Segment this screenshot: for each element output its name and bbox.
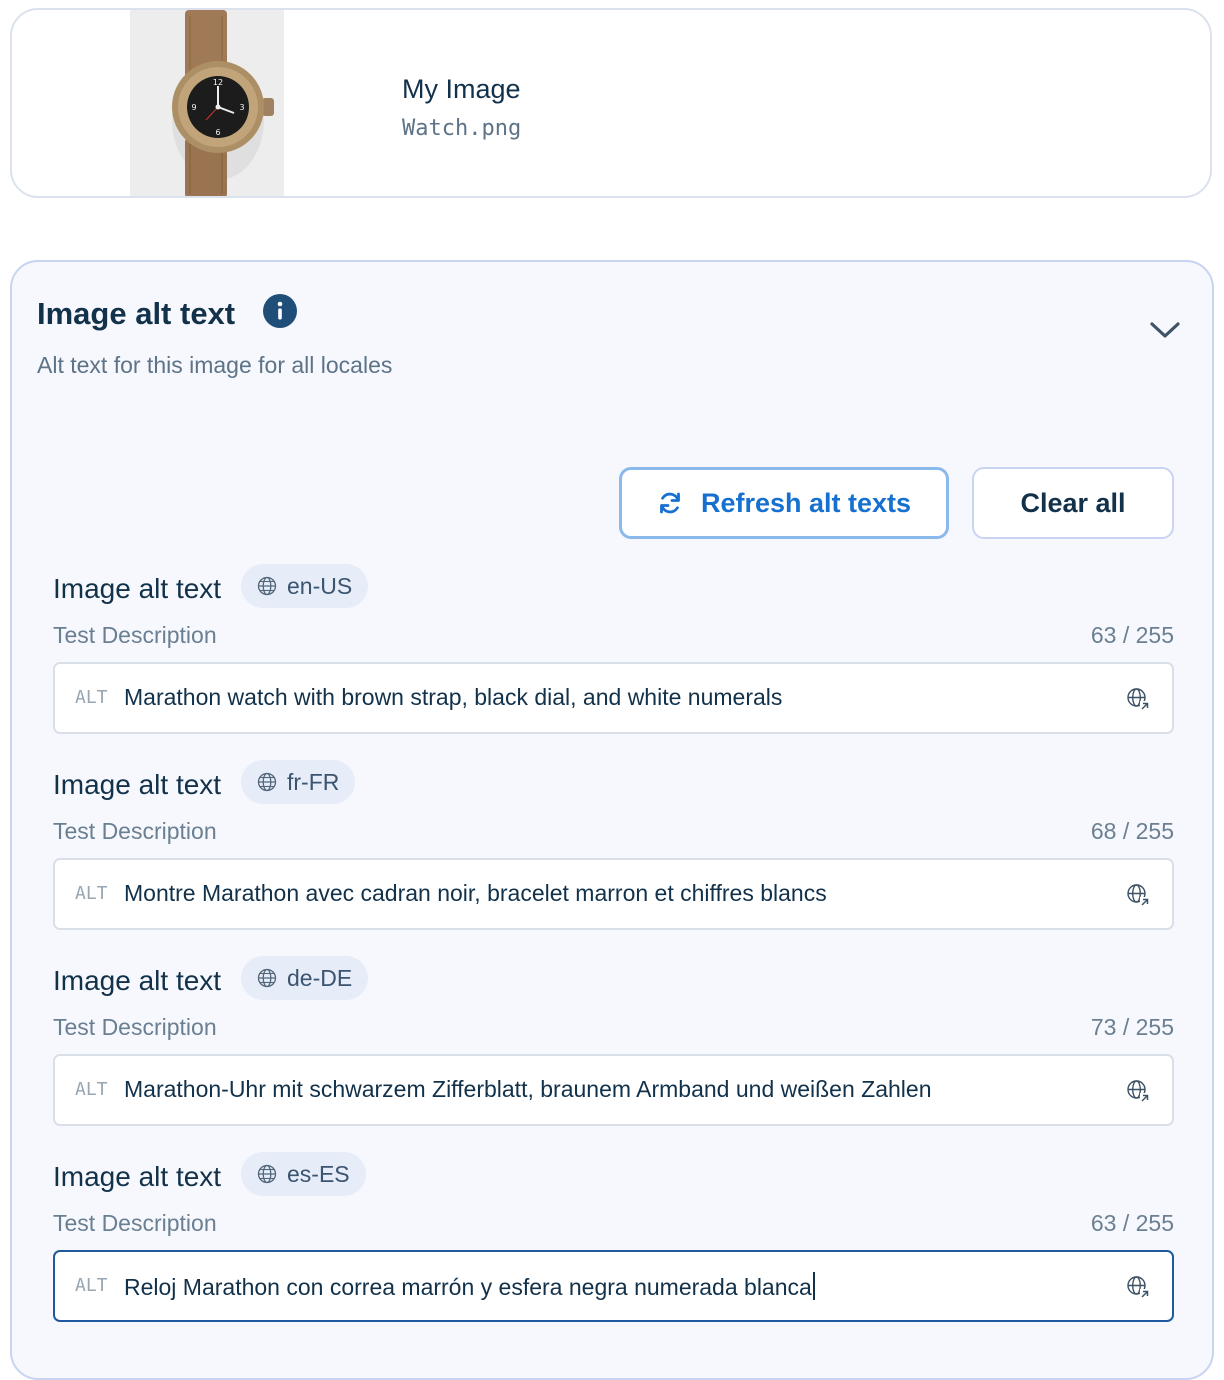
info-icon[interactable]	[263, 294, 297, 328]
watch-image: 12 3 6 9	[130, 10, 284, 196]
locale-description: Test Description	[53, 1014, 217, 1040]
panel-subtitle: Alt text for this image for all locales	[37, 352, 393, 378]
watch-thumbnail: 12 3 6 9	[130, 10, 284, 196]
character-count: 68 / 255	[1090, 818, 1174, 844]
globe-icon	[257, 772, 277, 792]
locale-description: Test Description	[53, 818, 217, 844]
translate-icon[interactable]	[1126, 883, 1150, 907]
svg-text:6: 6	[215, 128, 220, 137]
locale-chip: en-US	[241, 564, 369, 608]
character-count: 63 / 255	[1090, 1210, 1174, 1236]
alt-text-value: Marathon watch with brown strap, black d…	[124, 684, 783, 710]
alt-prefix: ALT	[75, 1275, 108, 1296]
chevron-down-icon[interactable]	[1148, 318, 1182, 342]
clear-all-label: Clear all	[1020, 487, 1126, 518]
locale-label: Image alt text	[53, 573, 222, 604]
image-title: My Image	[402, 74, 521, 104]
alt-text-value: Montre Marathon avec cadran noir, bracel…	[124, 880, 827, 906]
translate-icon[interactable]	[1126, 1275, 1150, 1299]
character-count: 63 / 255	[1090, 622, 1174, 648]
refresh-icon	[660, 492, 680, 514]
locale-code: fr-FR	[287, 768, 340, 795]
character-count: 73 / 255	[1090, 1014, 1174, 1040]
locale-label: Image alt text	[53, 1161, 222, 1192]
alt-text-input[interactable]: ALT Marathon-Uhr mit schwarzem Zifferbla…	[53, 1054, 1174, 1126]
refresh-alt-texts-button[interactable]: Refresh alt texts	[619, 467, 949, 539]
globe-icon	[257, 576, 277, 596]
translate-icon[interactable]	[1126, 687, 1150, 711]
locale-label: Image alt text	[53, 965, 222, 996]
image-filename: Watch.png	[402, 116, 522, 141]
translate-icon[interactable]	[1126, 1079, 1150, 1103]
clear-all-button[interactable]: Clear all	[972, 467, 1174, 539]
svg-text:12: 12	[213, 78, 223, 87]
alt-text-input[interactable]: ALT Montre Marathon avec cadran noir, br…	[53, 858, 1174, 930]
locale-code: de-DE	[287, 964, 353, 991]
svg-text:3: 3	[239, 103, 244, 112]
svg-text:9: 9	[191, 103, 196, 112]
text-caret	[812, 1272, 815, 1300]
refresh-alt-texts-label: Refresh alt texts	[700, 487, 912, 518]
locale-chip: fr-FR	[241, 760, 356, 804]
alt-prefix: ALT	[75, 687, 108, 708]
alt-text-input[interactable]: ALT Marathon watch with brown strap, bla…	[53, 662, 1174, 734]
locale-chip: de-DE	[241, 956, 369, 1000]
locale-code: es-ES	[287, 1160, 350, 1187]
globe-icon	[257, 1164, 277, 1184]
locale-block-de-de: Image alt text de-DE Test Description 73…	[53, 956, 1174, 1146]
alt-prefix: ALT	[75, 1079, 108, 1100]
alt-prefix: ALT	[75, 883, 108, 904]
globe-icon	[257, 968, 277, 988]
locale-description: Test Description	[53, 622, 217, 648]
image-file-card: 12 3 6 9 My Image Watch.png	[10, 8, 1212, 198]
alt-text-value: Marathon-Uhr mit schwarzem Zifferblatt, …	[124, 1076, 932, 1102]
panel-title: Image alt text	[37, 296, 236, 331]
alt-text-input[interactable]: ALT Reloj Marathon con correa marrón y e…	[53, 1250, 1174, 1322]
image-alt-text-panel: Image alt text Alt text for this image f…	[10, 260, 1214, 1380]
locale-label: Image alt text	[53, 769, 222, 800]
locale-block-en-us: Image alt text en-US Test Description 63…	[53, 564, 1174, 754]
locale-block-es-es: Image alt text es-ES Test Description 63…	[53, 1152, 1174, 1342]
locale-code: en-US	[287, 572, 353, 599]
locale-block-fr-fr: Image alt text fr-FR Test Description 68…	[53, 760, 1174, 950]
alt-text-value-active: Reloj Marathon con correa marrón y esfer…	[124, 1272, 815, 1301]
locale-chip: es-ES	[241, 1152, 366, 1196]
alt-text-value: Reloj Marathon con correa marrón y esfer…	[124, 1274, 812, 1300]
locale-description: Test Description	[53, 1210, 217, 1236]
